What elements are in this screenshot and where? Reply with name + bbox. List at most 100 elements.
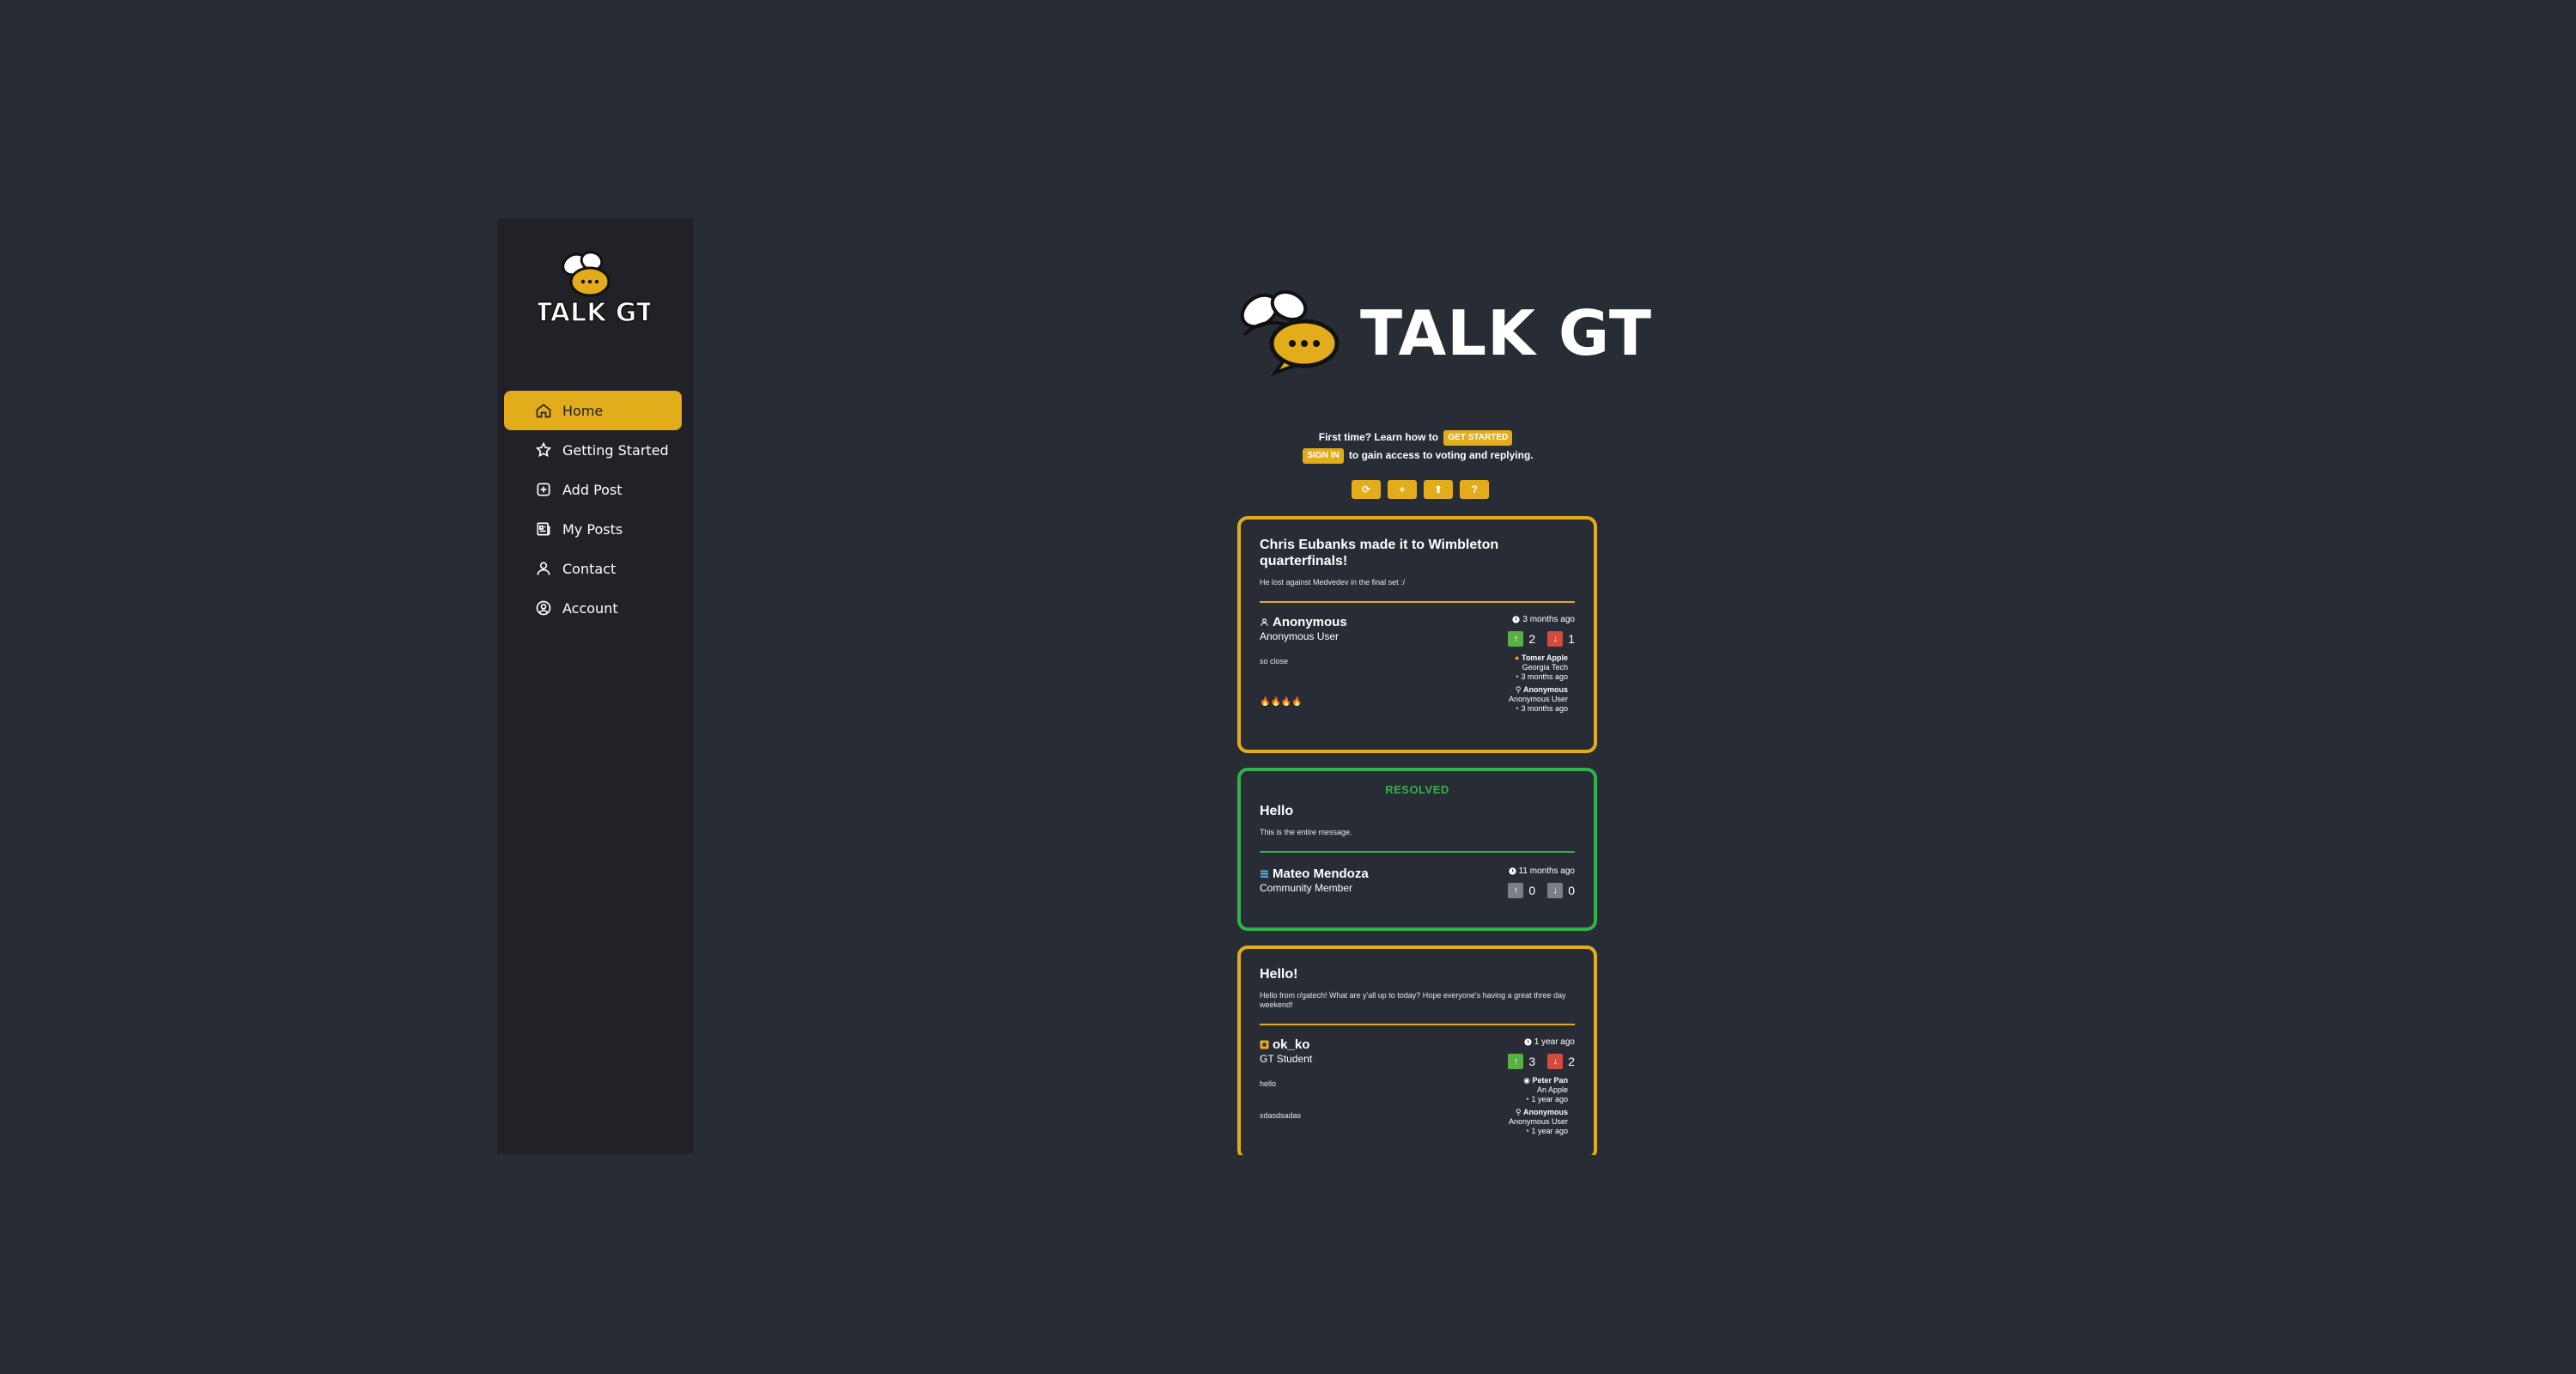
sign-in-button[interactable]: SIGN IN bbox=[1303, 447, 1344, 464]
reply-role: An Apple bbox=[1536, 1085, 1568, 1094]
sidebar-item-label: My Posts bbox=[562, 520, 623, 538]
author-role: Community Member bbox=[1260, 882, 1353, 894]
reply-time: 1 year ago bbox=[1531, 1095, 1568, 1103]
downvote-button[interactable]: ↓ bbox=[1547, 883, 1564, 898]
reply-meta: ⚲ Anonymous Anonymous User ◔ 3 months ag… bbox=[1509, 685, 1575, 714]
sort-icon: ⬆ bbox=[1433, 483, 1443, 495]
downvote-count: 2 bbox=[1568, 1055, 1575, 1068]
divider bbox=[1260, 1024, 1575, 1025]
add-icon: + bbox=[1399, 483, 1406, 495]
intro-line-2: SIGN IN to gain access to voting and rep… bbox=[1236, 447, 1597, 465]
intro-text: First time? Learn how to bbox=[1318, 431, 1439, 443]
bee-logo-icon bbox=[1240, 289, 1340, 377]
post-card[interactable]: Hello! Hello from r/gatech! What are y'a… bbox=[1237, 945, 1597, 1160]
reply-role: Georgia Tech bbox=[1522, 663, 1568, 672]
intro-message: First time? Learn how to GET STARTED SIG… bbox=[1236, 429, 1597, 465]
clock-icon: ◔ bbox=[1524, 1127, 1529, 1135]
author-name: Anonymous bbox=[1273, 615, 1347, 629]
arrow-down-icon: ↓ bbox=[1552, 1056, 1558, 1067]
reply-time: 3 months ago bbox=[1521, 704, 1568, 713]
clock-icon bbox=[1508, 867, 1516, 875]
page-title: TALK GT bbox=[1360, 297, 1652, 369]
sidebar: TALK GT Home Getting Started Add Post My… bbox=[497, 218, 694, 1154]
post-meta: Anonymous Anonymous User 3 months ago ↑ … bbox=[1260, 615, 1575, 647]
post-author: ok_ko bbox=[1260, 1037, 1312, 1052]
avatar-icon bbox=[1260, 1040, 1269, 1049]
post-body: Hello from r/gatech! What are y'all up t… bbox=[1260, 991, 1566, 1009]
user-icon: ⚲ bbox=[1515, 1108, 1522, 1116]
post-title: Hello! bbox=[1260, 967, 1298, 982]
reply: 🔥🔥🔥🔥 ⚲ Anonymous Anonymous User ◔ 3 mont… bbox=[1260, 685, 1575, 714]
time-text: 3 months ago bbox=[1522, 615, 1575, 624]
sidebar-item-account[interactable]: Account bbox=[504, 588, 682, 628]
post-time: 3 months ago bbox=[1508, 615, 1575, 624]
sidebar-item-label: Add Post bbox=[562, 481, 623, 498]
post-author: Anonymous bbox=[1260, 615, 1347, 629]
reply-time: 1 year ago bbox=[1531, 1127, 1568, 1135]
header-bee-logo bbox=[1227, 283, 1364, 378]
downvote-button[interactable]: ↓ bbox=[1547, 631, 1564, 647]
upvote-button[interactable]: ↑ bbox=[1508, 883, 1524, 898]
author-role: Anonymous User bbox=[1260, 630, 1340, 642]
post-card[interactable]: Chris Eubanks made it to Wimbleton quart… bbox=[1237, 516, 1597, 753]
upvote-button[interactable]: ↑ bbox=[1508, 631, 1524, 647]
reply: sdasdsadas ⚲ Anonymous Anonymous User ◔ … bbox=[1260, 1108, 1575, 1136]
sidebar-item-my-posts[interactable]: My Posts bbox=[504, 509, 682, 549]
author-name: ok_ko bbox=[1273, 1037, 1310, 1052]
upvote-count: 2 bbox=[1528, 632, 1536, 646]
user-circle-icon bbox=[536, 600, 551, 616]
sidebar-item-label: Home bbox=[562, 402, 604, 419]
sort-button[interactable]: ⬆ bbox=[1424, 480, 1453, 499]
clock-icon: ◔ bbox=[1514, 704, 1519, 713]
sidebar-nav: Home Getting Started Add Post My Posts C… bbox=[504, 391, 682, 628]
help-button[interactable]: ? bbox=[1460, 480, 1489, 499]
author-name: Mateo Mendoza bbox=[1273, 866, 1369, 881]
reply-meta: ◉ Peter Pan An Apple ◔ 1 year ago bbox=[1523, 1076, 1575, 1104]
status-badge: RESOLVED bbox=[1385, 783, 1449, 796]
refresh-icon: ⟳ bbox=[1361, 483, 1371, 495]
intro-line-1: First time? Learn how to GET STARTED bbox=[1236, 429, 1597, 447]
clock-icon: ◔ bbox=[1514, 672, 1519, 681]
refresh-button[interactable]: ⟳ bbox=[1352, 480, 1381, 499]
reply-author: Peter Pan bbox=[1532, 1076, 1568, 1085]
sidebar-item-home[interactable]: Home bbox=[504, 391, 682, 430]
add-button[interactable]: + bbox=[1388, 480, 1417, 499]
user-icon: ⚲ bbox=[1515, 685, 1522, 694]
sidebar-item-label: Contact bbox=[562, 560, 617, 577]
vote-controls: ↑ 0 ↓ 0 bbox=[1508, 883, 1575, 898]
post-meta: ok_ko GT Student 1 year ago ↑ 3 ↓ 2 bbox=[1260, 1037, 1575, 1069]
reply-author: Anonymous bbox=[1522, 685, 1568, 694]
reply-time: 3 months ago bbox=[1521, 672, 1568, 681]
reply-author: Tomer Apple bbox=[1521, 654, 1568, 662]
vote-controls: ↑ 2 ↓ 1 bbox=[1508, 631, 1575, 647]
post-title: Chris Eubanks made it to Wimbleton quart… bbox=[1260, 538, 1499, 568]
bee-logo-icon: TALK GT bbox=[534, 251, 655, 329]
sidebar-logo[interactable]: TALK GT bbox=[534, 246, 655, 331]
sidebar-item-add-post[interactable]: Add Post bbox=[504, 470, 682, 509]
svg-text:TALK GT: TALK GT bbox=[538, 298, 650, 328]
reply-role: Anonymous User bbox=[1508, 695, 1568, 703]
clock-icon bbox=[1512, 616, 1521, 623]
reply-role: Anonymous User bbox=[1508, 1117, 1568, 1126]
downvote-button[interactable]: ↓ bbox=[1547, 1054, 1564, 1069]
upvote-button[interactable]: ↑ bbox=[1508, 1054, 1524, 1069]
arrow-down-icon: ↓ bbox=[1552, 885, 1558, 896]
database-icon bbox=[1260, 870, 1269, 879]
sidebar-item-label: Getting Started bbox=[562, 441, 669, 459]
arrow-down-icon: ↓ bbox=[1552, 634, 1558, 644]
viewport-mask bbox=[1202, 1155, 1631, 1374]
user-icon bbox=[537, 562, 550, 575]
sidebar-item-getting-started[interactable]: Getting Started bbox=[504, 430, 682, 470]
time-text: 11 months ago bbox=[1518, 866, 1575, 876]
post-time: 11 months ago bbox=[1508, 866, 1575, 876]
newspaper-icon bbox=[537, 522, 550, 536]
intro-text: to gain access to voting and replying. bbox=[1348, 449, 1534, 461]
upvote-count: 3 bbox=[1528, 1055, 1536, 1068]
post-card[interactable]: RESOLVED Hello This is the entire messag… bbox=[1237, 768, 1597, 931]
star-icon bbox=[535, 441, 552, 458]
get-started-button[interactable]: GET STARTED bbox=[1443, 429, 1513, 446]
help-icon: ? bbox=[1471, 483, 1478, 495]
sidebar-item-contact[interactable]: Contact bbox=[504, 549, 682, 588]
arrow-up-icon: ↑ bbox=[1513, 634, 1519, 644]
author-role: GT Student bbox=[1260, 1053, 1313, 1065]
